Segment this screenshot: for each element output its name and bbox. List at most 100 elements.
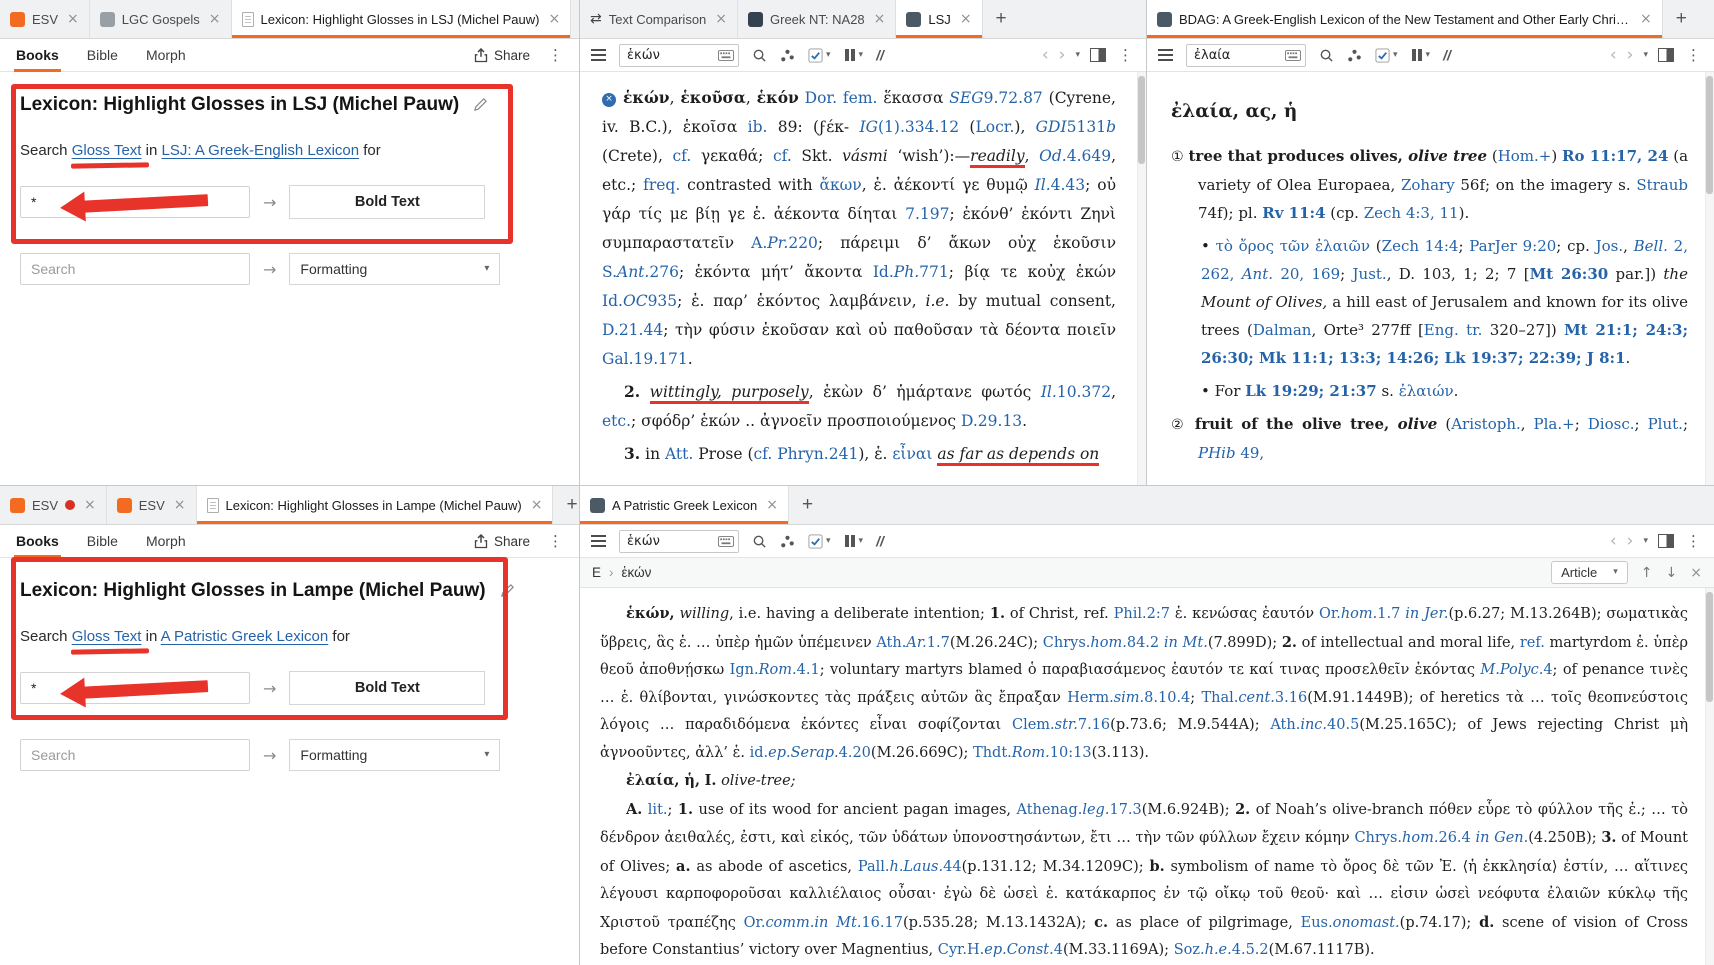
formatting-dropdown[interactable]: Formatting ▾ — [289, 253, 501, 285]
keyboard-icon[interactable] — [718, 49, 734, 61]
panel-menu-icon[interactable]: ⋮ — [1684, 46, 1703, 64]
new-tab-button[interactable]: + — [983, 0, 1020, 38]
tab-greek-nt-na28[interactable]: Greek NT: NA28 × — [738, 0, 897, 38]
corresponding-words-icon[interactable] — [1347, 48, 1362, 63]
article-dropdown[interactable]: Article ▾ — [1551, 561, 1628, 584]
formatting-dropdown[interactable]: Formatting ▾ — [289, 739, 501, 771]
multiview-icon[interactable]: // — [876, 48, 884, 62]
panel-menu-icon[interactable]: ⋮ — [1116, 46, 1135, 64]
search-input[interactable] — [20, 253, 250, 285]
tab-morph[interactable]: Morph — [144, 39, 188, 72]
resource-link[interactable]: A Patristic Greek Lexicon — [161, 628, 329, 645]
share-button[interactable]: Share — [474, 47, 530, 63]
tab-esv-linked[interactable]: ESV × — [0, 486, 107, 524]
close-tab-icon[interactable]: × — [174, 497, 186, 513]
visual-filters-icon[interactable]: ▾ — [808, 47, 831, 63]
close-tab-icon[interactable]: × — [67, 11, 79, 27]
back-icon[interactable]: ‹ — [1610, 46, 1617, 64]
forward-icon[interactable]: › — [1627, 532, 1634, 550]
forward-icon[interactable]: › — [1059, 46, 1066, 64]
keyboard-icon[interactable] — [1285, 49, 1301, 61]
new-tab-button[interactable]: + — [553, 486, 579, 524]
visual-filters-icon[interactable]: ▾ — [808, 533, 831, 549]
multiview-icon[interactable]: // — [876, 534, 884, 548]
menu-icon[interactable] — [591, 49, 606, 61]
resource-link[interactable]: LSJ: A Greek-English Lexicon — [161, 142, 359, 159]
tab-lexicon-lampe-document[interactable]: Lexicon: Highlight Glosses in Lampe (Mic… — [196, 486, 554, 524]
entry-marker-icon[interactable]: × — [602, 92, 616, 107]
scrollbar-thumb[interactable] — [1706, 76, 1713, 194]
menu-icon[interactable] — [1158, 49, 1173, 61]
gloss-text-field-link[interactable]: Gloss Text — [72, 628, 142, 645]
close-tab-icon[interactable]: × — [548, 11, 560, 27]
close-locator-icon[interactable]: × — [1690, 565, 1702, 581]
keyboard-icon[interactable] — [718, 535, 734, 547]
format-action-select[interactable]: Bold Text — [289, 671, 486, 705]
back-icon[interactable]: ‹ — [1042, 46, 1049, 64]
scrollbar[interactable] — [1705, 588, 1714, 965]
panel-menu-icon[interactable]: ⋮ — [1684, 532, 1703, 550]
next-article-icon[interactable]: ↓ — [1666, 565, 1678, 581]
close-tab-icon[interactable]: × — [715, 11, 727, 27]
gloss-text-field-link[interactable]: Gloss Text — [72, 142, 142, 159]
breadcrumb-article[interactable]: ἑκών — [622, 565, 652, 580]
scrollbar-thumb[interactable] — [1138, 76, 1145, 164]
close-tab-icon[interactable]: × — [1640, 11, 1652, 27]
close-tab-icon[interactable]: × — [531, 497, 543, 513]
new-tab-button[interactable]: + — [1663, 0, 1700, 38]
layout-icon[interactable] — [1658, 534, 1674, 548]
search-term-input[interactable] — [20, 186, 250, 218]
tab-lgc-gospels[interactable]: LGC Gospels × — [90, 0, 232, 38]
new-tab-button[interactable]: + — [789, 486, 826, 524]
history-caret-icon[interactable]: ▾ — [1643, 536, 1648, 546]
tab-patristic-greek-lexicon[interactable]: A Patristic Greek Lexicon × — [580, 486, 789, 524]
search-input[interactable] — [20, 739, 250, 771]
format-action-select[interactable]: Bold Text — [289, 185, 486, 219]
search-icon[interactable] — [752, 534, 767, 549]
history-caret-icon[interactable]: ▾ — [1643, 50, 1648, 60]
tab-morph[interactable]: Morph — [144, 525, 188, 558]
tab-bible[interactable]: Bible — [85, 525, 120, 558]
tab-bible[interactable]: Bible — [85, 39, 120, 72]
close-tab-icon[interactable]: × — [766, 497, 778, 513]
tab-lexicon-lsj-document[interactable]: Lexicon: Highlight Glosses in LSJ (Miche… — [231, 0, 572, 38]
parallel-resources-icon[interactable]: ▾ — [1411, 48, 1430, 62]
close-tab-icon[interactable]: × — [960, 11, 972, 27]
menu-icon[interactable] — [591, 535, 606, 547]
scrollbar[interactable] — [1705, 72, 1714, 485]
tab-esv-2[interactable]: ESV × — [107, 486, 197, 524]
history-caret-icon[interactable]: ▾ — [1075, 50, 1080, 60]
close-tab-icon[interactable]: × — [84, 497, 96, 513]
close-tab-icon[interactable]: × — [874, 11, 886, 27]
scrollbar-thumb[interactable] — [1706, 592, 1713, 702]
edit-title-icon[interactable] — [500, 583, 515, 598]
tab-books[interactable]: Books — [14, 525, 61, 558]
share-button[interactable]: Share — [474, 533, 530, 549]
scrollbar[interactable] — [1137, 72, 1146, 485]
back-icon[interactable]: ‹ — [1610, 532, 1617, 550]
corresponding-words-icon[interactable] — [780, 48, 795, 63]
panel-menu-icon[interactable]: ⋮ — [546, 532, 565, 550]
close-tab-icon[interactable]: × — [209, 11, 221, 27]
prev-article-icon[interactable]: ↑ — [1641, 565, 1653, 581]
multiview-icon[interactable]: // — [1443, 48, 1451, 62]
forward-icon[interactable]: › — [1627, 46, 1634, 64]
breadcrumb-letter[interactable]: Ε — [592, 565, 601, 580]
parallel-resources-icon[interactable]: ▾ — [844, 534, 863, 548]
tab-text-comparison[interactable]: ⇄ Text Comparison × — [580, 0, 739, 38]
tab-esv[interactable]: ESV × — [0, 0, 90, 38]
edit-title-icon[interactable] — [473, 97, 488, 112]
layout-icon[interactable] — [1090, 48, 1106, 62]
tab-bdag[interactable]: BDAG: A Greek-English Lexicon of the New… — [1147, 0, 1663, 38]
layout-icon[interactable] — [1658, 48, 1674, 62]
corresponding-words-icon[interactable] — [780, 534, 795, 549]
new-tab-button[interactable]: + — [571, 0, 579, 38]
tab-books[interactable]: Books — [14, 39, 61, 72]
tab-lsj[interactable]: LSJ × — [896, 0, 983, 38]
parallel-resources-icon[interactable]: ▾ — [844, 48, 863, 62]
search-icon[interactable] — [752, 48, 767, 63]
search-term-input[interactable] — [20, 672, 250, 704]
panel-menu-icon[interactable]: ⋮ — [546, 46, 565, 64]
visual-filters-icon[interactable]: ▾ — [1375, 47, 1398, 63]
search-icon[interactable] — [1319, 48, 1334, 63]
